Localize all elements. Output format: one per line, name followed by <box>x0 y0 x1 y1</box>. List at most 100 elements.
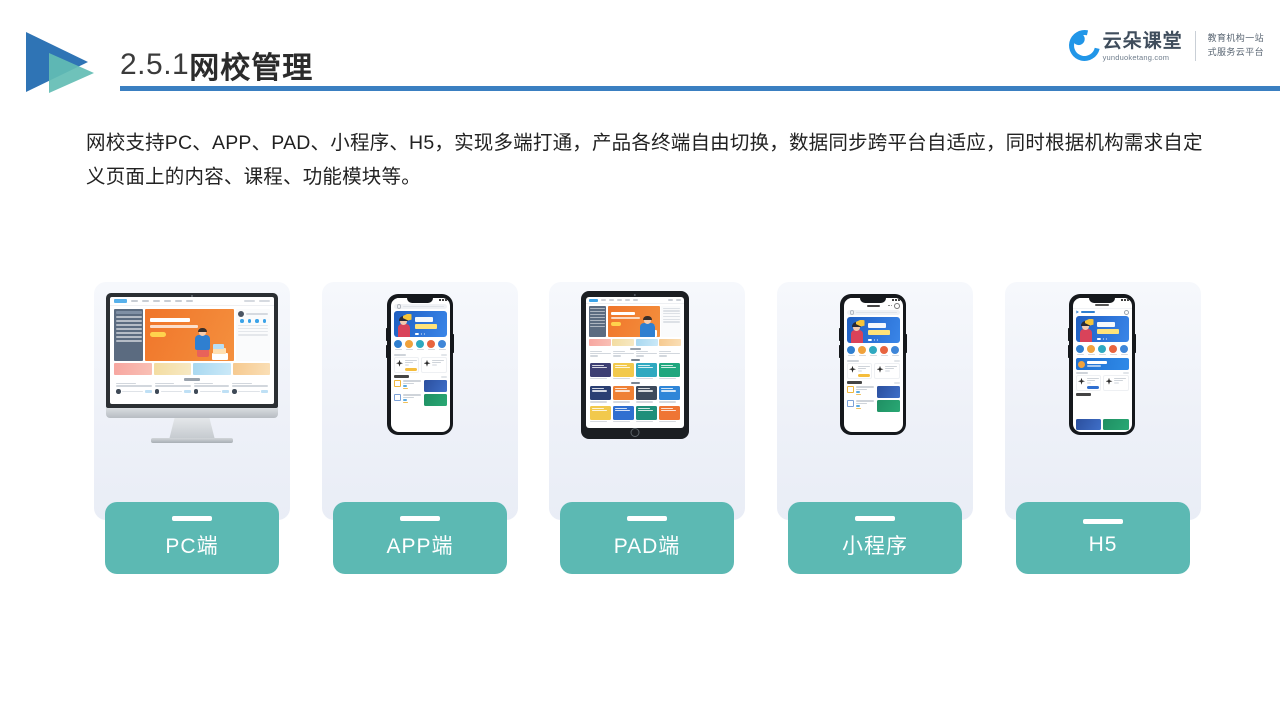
power-button <box>1134 334 1137 353</box>
device-label-text: APP端 <box>386 535 454 558</box>
phone-icon: · <box>385 294 455 435</box>
device-card-row: · · · PC端 APP端 PAD端 小程序 H5 <box>94 282 1214 574</box>
pad-user-panel <box>661 306 681 337</box>
pc-screen-mockup <box>110 297 274 404</box>
brand-tagline: 教育机构一站 式服务云平台 <box>1208 32 1264 58</box>
slide-root: 2.5.1 网校管理 云朵课堂 yunduoketang.com 教育机构一站 … <box>0 0 1280 720</box>
phone-icon: · <box>838 294 908 435</box>
device-label-pad[interactable]: PAD端 <box>560 502 734 574</box>
teacher-card-row <box>1075 375 1129 392</box>
device-label-h5[interactable]: H5 <box>1016 502 1190 574</box>
category-icon-row <box>1073 342 1132 358</box>
phone-notch <box>860 297 886 303</box>
search-icon <box>396 304 401 309</box>
device-label-pc[interactable]: PC端 <box>105 502 279 574</box>
miniprogram-hero-banner <box>846 316 900 343</box>
miniprogram-titlebar <box>844 302 903 309</box>
site-logo-icon <box>114 299 127 303</box>
device-card-h5[interactable]: · <box>1005 282 1201 520</box>
section-header <box>1075 372 1129 375</box>
volume-up-button <box>1067 328 1070 341</box>
pc-section-title <box>184 378 200 381</box>
list-item[interactable] <box>846 386 900 399</box>
pad-section-title <box>629 347 641 350</box>
pc-user-panel <box>236 309 270 361</box>
teacher-card-row <box>393 357 447 374</box>
user-icon[interactable] <box>1123 309 1129 315</box>
power-button <box>905 334 908 353</box>
label-dash <box>172 516 212 521</box>
site-logo-icon <box>1075 310 1079 314</box>
device-card-pad[interactable] <box>549 282 745 520</box>
page-title: 2.5.1 网校管理 <box>120 42 313 88</box>
list-item[interactable] <box>393 380 447 393</box>
label-dash <box>400 516 440 521</box>
search-icon <box>849 310 854 315</box>
miniprogram-capsule-button[interactable] <box>887 302 900 309</box>
recommended-course-list <box>846 386 900 413</box>
teacher-card-row <box>846 363 900 380</box>
volume-down-button <box>1067 345 1070 358</box>
section-header <box>846 360 900 363</box>
pad-screen-mockup <box>586 297 684 428</box>
imac-icon <box>106 293 278 443</box>
pc-course-list <box>110 382 274 394</box>
cloud-dot-shape <box>1070 30 1087 48</box>
body-paragraph: 网校支持PC、APP、PAD、小程序、H5，实现多端打通，产品各终端自由切换，数… <box>86 132 1203 188</box>
teacher-avatar <box>423 359 431 367</box>
cloud-arc-shape <box>1062 24 1106 67</box>
h5-site-header <box>1073 309 1132 316</box>
pad-promo-row <box>586 337 684 346</box>
section-header <box>393 354 447 357</box>
pc-navbar <box>110 297 274 306</box>
device-label-text: PC端 <box>165 535 219 558</box>
device-card-miniprogram[interactable]: · <box>777 282 973 520</box>
label-dash <box>627 516 667 521</box>
app-hero-banner <box>393 310 447 337</box>
recommend-header <box>393 375 447 379</box>
brand-tagline-line2: 式服务云平台 <box>1207 46 1264 57</box>
teacher-avatar <box>876 365 884 373</box>
device-card-pc[interactable] <box>94 282 290 520</box>
brand-divider <box>1194 30 1196 61</box>
triangle-teal-shape <box>49 53 94 93</box>
list-item[interactable] <box>393 394 447 407</box>
teacher-avatar <box>1105 377 1113 385</box>
pad-hero-banner <box>607 306 660 337</box>
device-card-app[interactable]: · <box>322 282 518 520</box>
list-item[interactable] <box>846 400 900 413</box>
h5-hero-banner <box>1075 315 1129 342</box>
brand-name-cn: 云朵课堂 <box>1102 30 1183 52</box>
search-input[interactable] <box>846 310 900 315</box>
pad-navbar <box>586 297 684 304</box>
brand-text: 云朵课堂 yunduoketang.com <box>1103 32 1183 62</box>
pad-category-sidebar <box>589 306 606 337</box>
category-icon-row <box>391 337 450 353</box>
imac-bezel <box>106 293 278 408</box>
brand-tagline-line1: 教育机构一站 <box>1207 33 1264 44</box>
title-underline <box>120 86 1280 91</box>
volume-down-button <box>385 345 388 358</box>
teacher-avatar <box>849 365 856 373</box>
pc-category-sidebar <box>114 309 143 361</box>
imac-stand-base <box>151 438 233 443</box>
phone-icon: · <box>1067 294 1137 435</box>
h5-screen-mockup: · <box>1072 297 1132 432</box>
search-input[interactable] <box>393 304 447 309</box>
section-title: 网校管理 <box>189 52 314 85</box>
site-logo-icon <box>589 298 598 302</box>
home-button-icon[interactable] <box>630 428 640 437</box>
imac-stand-neck <box>169 418 215 440</box>
pad-course-list <box>586 351 684 357</box>
device-label-text: 小程序 <box>842 535 908 558</box>
brand-name-en: yunduoketang.com <box>1102 52 1170 62</box>
device-label-app[interactable]: APP端 <box>333 502 507 574</box>
h5-bottom-promo-row <box>1075 418 1129 430</box>
recommend-header <box>1075 393 1129 397</box>
device-label-miniprogram[interactable]: 小程序 <box>788 502 962 574</box>
h5-promo-banner <box>1075 358 1129 371</box>
phone-notch <box>1089 297 1115 303</box>
pad-course-grid <box>586 362 684 423</box>
phone-notch <box>407 297 433 303</box>
double-triangle-play-icon <box>26 32 112 94</box>
